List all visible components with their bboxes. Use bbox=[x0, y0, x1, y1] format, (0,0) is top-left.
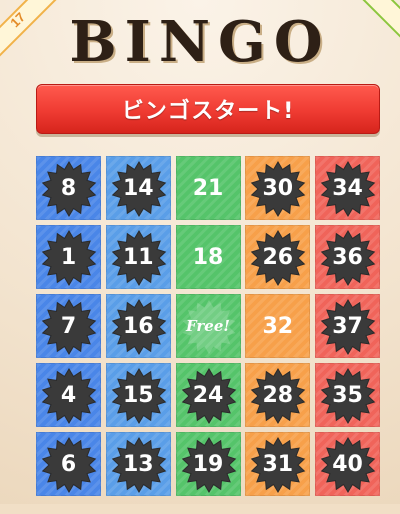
bingo-cell[interactable]: 35 bbox=[315, 363, 380, 427]
bingo-cell[interactable]: 21 bbox=[175, 156, 241, 220]
bingo-number: 14 bbox=[122, 175, 154, 201]
start-button-label: ビンゴスタート! bbox=[121, 99, 295, 124]
bingo-number: 26 bbox=[262, 244, 294, 270]
bingo-number: 28 bbox=[262, 382, 294, 408]
bingo-number: 36 bbox=[332, 244, 363, 270]
bingo-number: 4 bbox=[60, 382, 77, 408]
bingo-cell[interactable]: 37 bbox=[315, 294, 380, 358]
bingo-cell[interactable]: Free! bbox=[175, 294, 241, 358]
bingo-number: 16 bbox=[122, 313, 154, 339]
bingo-cell[interactable]: 7 bbox=[36, 294, 101, 358]
bingo-number: 32 bbox=[262, 313, 294, 339]
bingo-number: 30 bbox=[262, 175, 294, 201]
bingo-number: 15 bbox=[122, 382, 154, 408]
bingo-cell[interactable]: 30 bbox=[245, 156, 311, 220]
bingo-number: 6 bbox=[60, 451, 77, 477]
bingo-cell[interactable]: 11 bbox=[105, 225, 171, 289]
bingo-cell[interactable]: 16 bbox=[105, 294, 171, 358]
bingo-cell[interactable]: 13 bbox=[105, 432, 171, 496]
bingo-number: 13 bbox=[122, 451, 154, 477]
bingo-cell[interactable]: 31 bbox=[245, 432, 311, 496]
bingo-number: 8 bbox=[60, 175, 77, 201]
bingo-number: 35 bbox=[332, 382, 363, 408]
bingo-number: 31 bbox=[262, 451, 294, 477]
free-space-label: Free! bbox=[186, 317, 230, 335]
bingo-cell[interactable]: 40 bbox=[315, 432, 380, 496]
bingo-number: 40 bbox=[332, 451, 363, 477]
bingo-number: 11 bbox=[122, 244, 154, 270]
bingo-cell[interactable]: 28 bbox=[245, 363, 311, 427]
bingo-cell[interactable]: 18 bbox=[175, 225, 241, 289]
bingo-board: 8 14 21 30 34 1 11 18 26 36 7 16 Free! 32 37 4 15 24 28 35 6… bbox=[36, 156, 380, 500]
bingo-cell[interactable]: 15 bbox=[105, 363, 171, 427]
bingo-cell[interactable]: 8 bbox=[36, 156, 101, 220]
bingo-cell[interactable]: 34 bbox=[315, 156, 380, 220]
bingo-cell[interactable]: 1 bbox=[36, 225, 101, 289]
bingo-start-button[interactable]: ビンゴスタート! bbox=[36, 84, 380, 134]
bingo-number: 7 bbox=[60, 313, 77, 339]
bottom-strip bbox=[0, 504, 400, 514]
bingo-cell[interactable]: 24 bbox=[175, 363, 241, 427]
bingo-cell[interactable]: 19 bbox=[175, 432, 241, 496]
bingo-cell[interactable]: 6 bbox=[36, 432, 101, 496]
bingo-number: 18 bbox=[192, 244, 224, 270]
bingo-number: 37 bbox=[332, 313, 363, 339]
bingo-page: 17 BINGO ビンゴスタート! 8 14 21 30 34 1 11 18 26 36 7 16 F… bbox=[0, 0, 400, 514]
bingo-number: 24 bbox=[192, 382, 224, 408]
bingo-number: 34 bbox=[332, 175, 363, 201]
bingo-number: 21 bbox=[192, 175, 224, 201]
bingo-cell[interactable]: 4 bbox=[36, 363, 101, 427]
bingo-cell[interactable]: 32 bbox=[245, 294, 311, 358]
bingo-number: 1 bbox=[60, 244, 77, 270]
bingo-cell[interactable]: 26 bbox=[245, 225, 311, 289]
bingo-cell[interactable]: 36 bbox=[315, 225, 380, 289]
bingo-cell[interactable]: 14 bbox=[105, 156, 171, 220]
bingo-number: 19 bbox=[192, 451, 224, 477]
page-title: BINGO bbox=[69, 9, 331, 75]
